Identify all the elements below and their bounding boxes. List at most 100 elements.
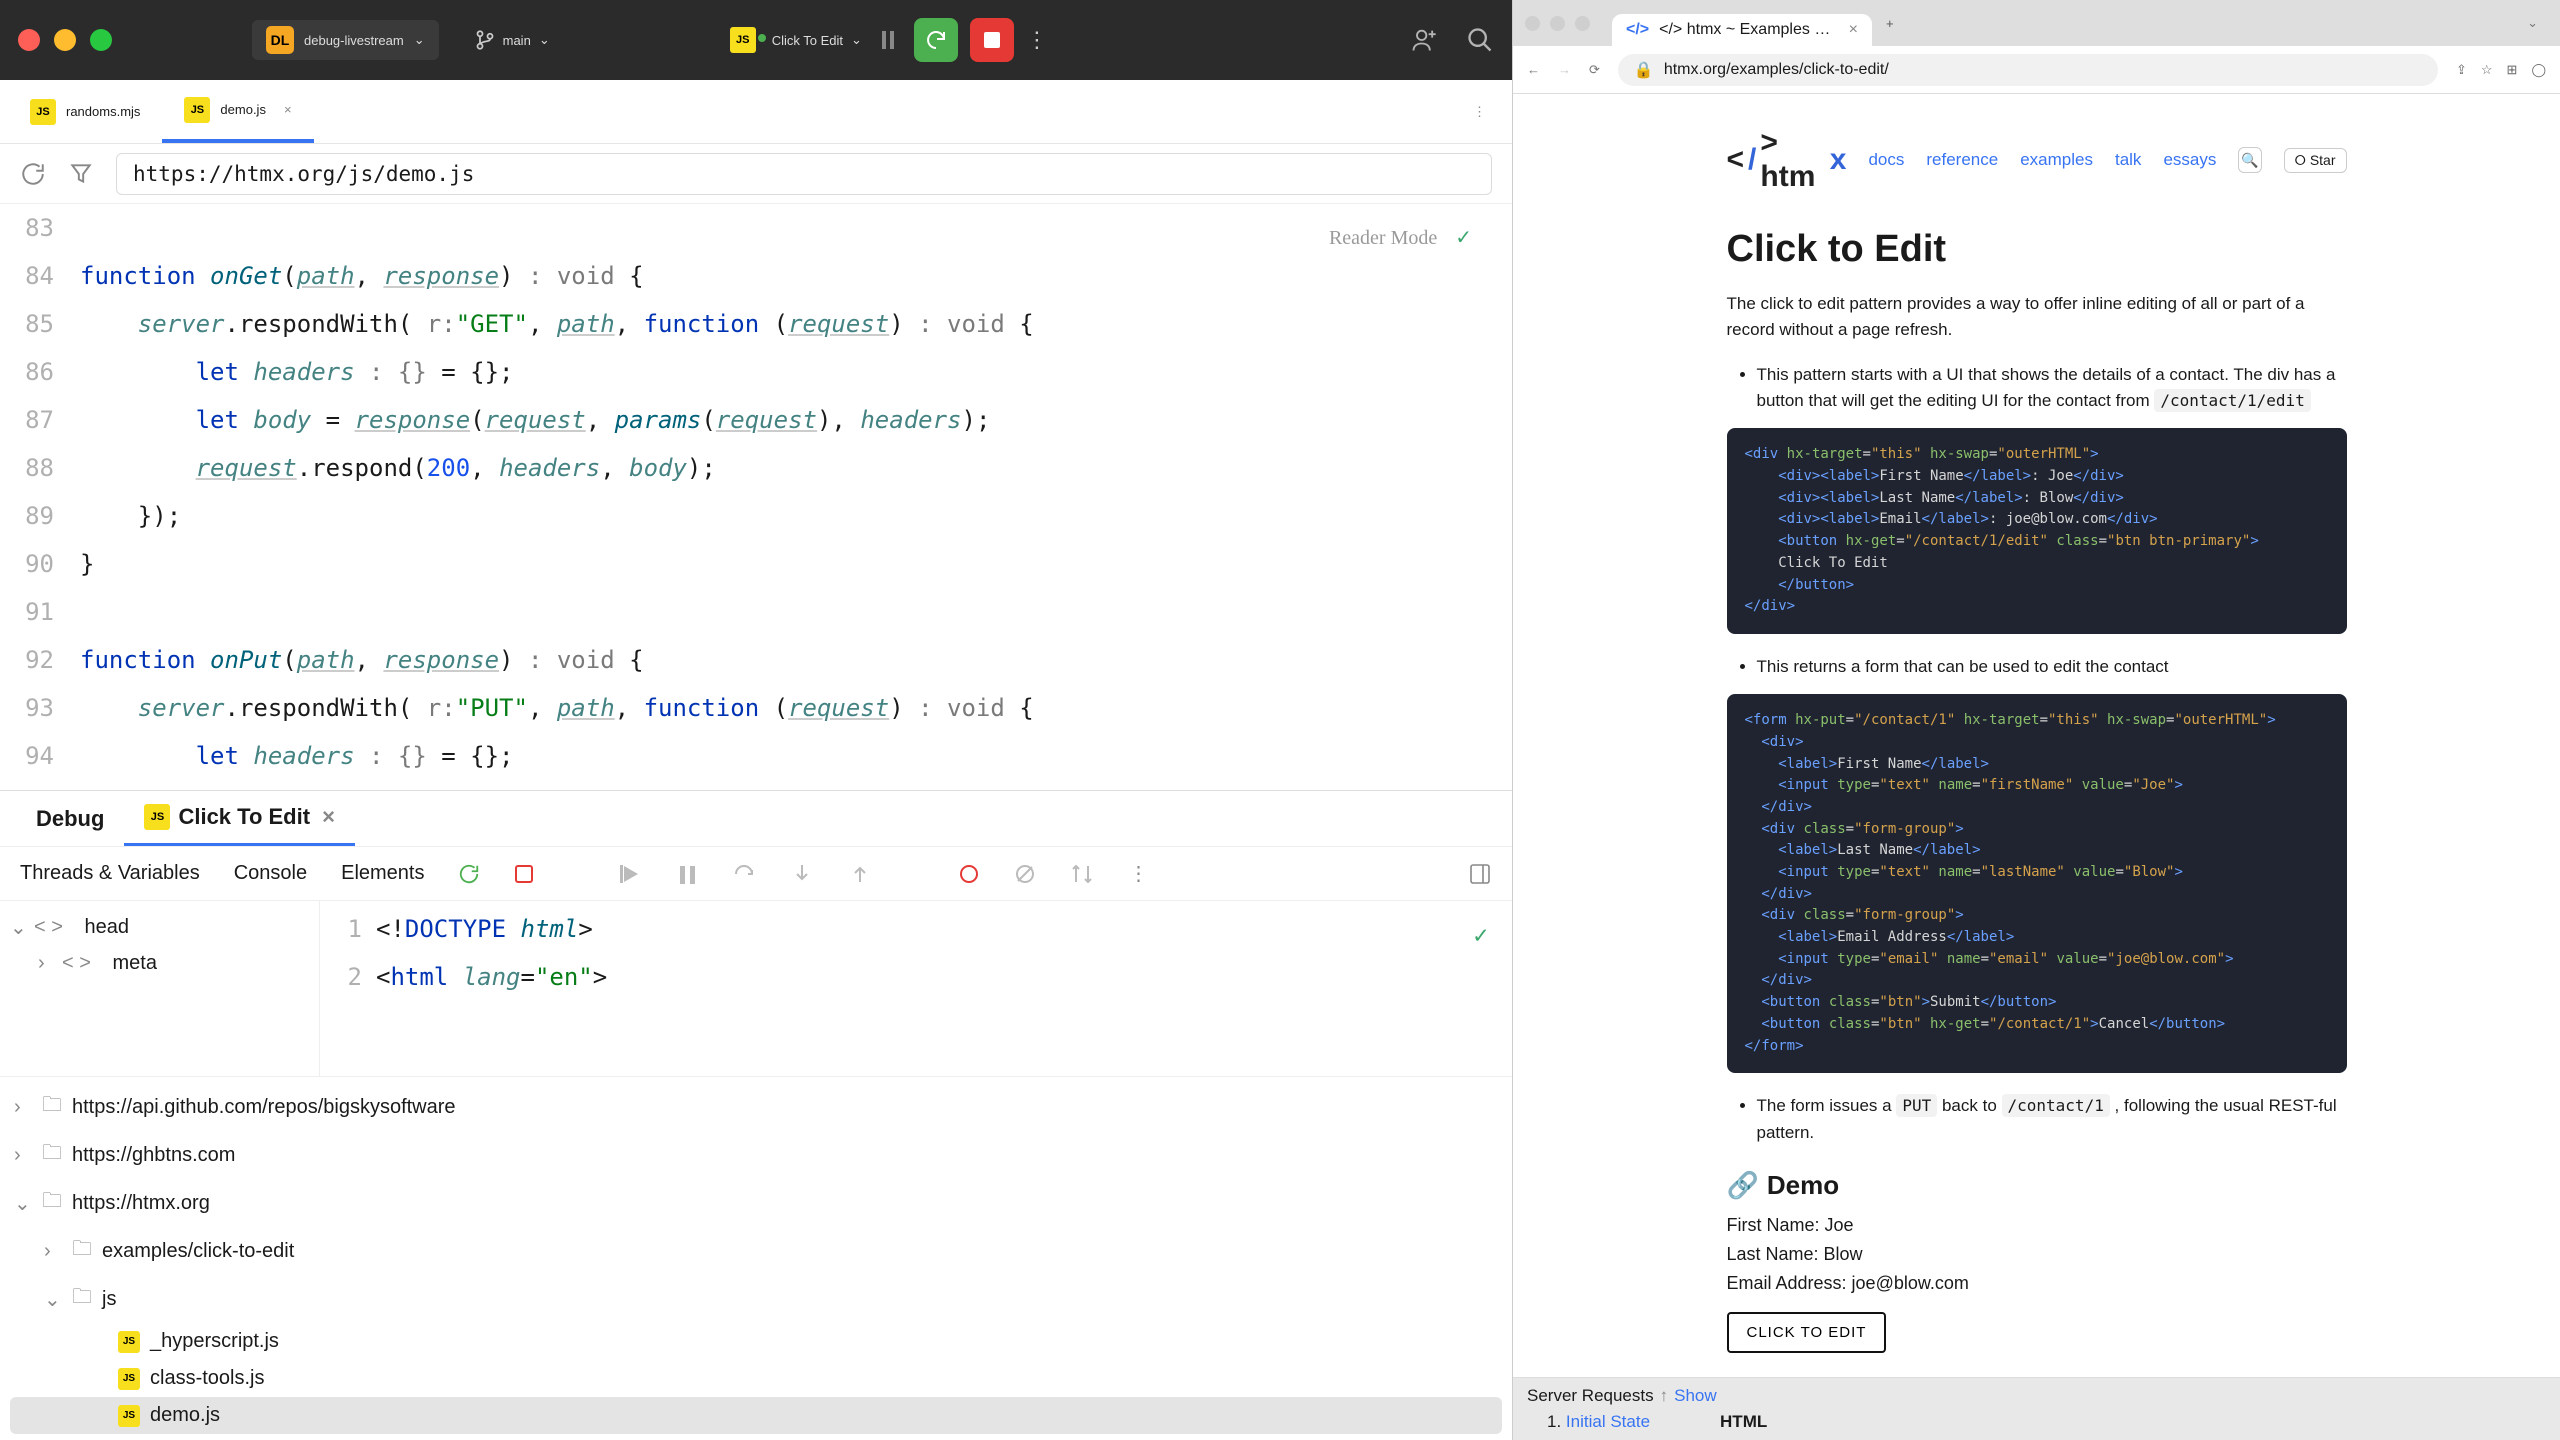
debug-subtabs: Threads & Variables Console Elements ⋮ <box>0 847 1512 901</box>
extensions-icon[interactable]: ⊞ <box>2507 62 2518 78</box>
debug-body: ⌄< > head ›< > meta ✓ 1<!DOCTYPE html> 2… <box>0 901 1512 1076</box>
profile-icon[interactable]: ◯ <box>2531 62 2546 78</box>
chevron-down-icon: ⌄ <box>414 32 425 48</box>
refresh-icon[interactable] <box>20 161 46 187</box>
check-icon: ✓ <box>1474 911 1488 959</box>
source-root[interactable]: https://ghbtns.com <box>72 1144 235 1167</box>
source-url-input[interactable]: https://htmx.org/js/demo.js <box>116 153 1492 195</box>
browser-page[interactable]: </> htmx docs reference examples talk es… <box>1513 94 2560 1377</box>
project-selector[interactable]: DL debug-livestream ⌄ <box>252 20 439 60</box>
request-initial-state[interactable]: Initial State <box>1566 1412 1650 1431</box>
new-tab-icon[interactable]: + <box>1876 10 1904 37</box>
debug-config-label: Click To Edit <box>178 804 310 830</box>
tab-demo[interactable]: JS demo.js × <box>162 80 313 143</box>
subtab-elements[interactable]: Elements <box>341 862 424 885</box>
tab-title: </> htmx ~ Examples ~ Click t <box>1659 21 1833 39</box>
source-root[interactable]: https://htmx.org <box>72 1192 210 1215</box>
intro-text: The click to edit pattern provides a way… <box>1727 291 2347 344</box>
restart-icon <box>924 28 948 52</box>
click-to-edit-button[interactable]: CLICK TO EDIT <box>1727 1312 1887 1353</box>
stop-icon[interactable] <box>514 864 534 884</box>
source-file[interactable]: class-tools.js <box>150 1367 264 1390</box>
nav-reference[interactable]: reference <box>1926 150 1998 170</box>
chevron-down-icon[interactable]: ⌄ <box>2527 15 2548 31</box>
github-star-button[interactable]: ⭘ Star <box>2284 148 2347 173</box>
subtab-threads[interactable]: Threads & Variables <box>20 862 200 885</box>
titlebar: DL debug-livestream ⌄ main ⌄ JS Click To… <box>0 0 1512 80</box>
js-icon: JS <box>144 804 170 830</box>
layout-icon[interactable] <box>1468 862 1492 886</box>
branch-name: main <box>503 33 531 48</box>
tab-label: demo.js <box>220 102 266 117</box>
mute-icon[interactable] <box>1014 863 1036 885</box>
star-icon[interactable]: ☆ <box>2481 62 2493 78</box>
request-tag: HTML <box>1720 1412 1767 1432</box>
close-window-icon[interactable] <box>18 29 40 51</box>
nav-examples[interactable]: examples <box>2020 150 2093 170</box>
stop-icon <box>982 30 1002 50</box>
tree-node-meta[interactable]: meta <box>112 952 156 975</box>
close-tab-icon[interactable]: × <box>1849 21 1858 39</box>
step-into-icon[interactable] <box>790 862 814 886</box>
rerun-debug-button[interactable] <box>914 18 958 62</box>
more-icon[interactable]: ⋮ <box>1128 861 1148 886</box>
show-link[interactable]: Show <box>1674 1386 1717 1406</box>
source-file[interactable]: _hyperscript.js <box>150 1330 279 1353</box>
forward-icon[interactable]: → <box>1558 62 1571 77</box>
stop-button[interactable] <box>970 18 1014 62</box>
pause-icon[interactable] <box>676 863 698 885</box>
sort-icon[interactable] <box>1070 862 1094 886</box>
site-nav: </> htmx docs reference examples talk es… <box>1727 126 2347 194</box>
step-out-icon[interactable] <box>848 862 872 886</box>
search-icon[interactable]: 🔍 <box>2238 147 2261 173</box>
run-config[interactable]: JS Click To Edit ⌄ <box>730 27 862 53</box>
reload-icon[interactable]: ⟳ <box>1589 62 1600 78</box>
code-block-2: <form hx-put="/contact/1" hx-target="thi… <box>1727 694 2347 1073</box>
breakpoint-icon[interactable] <box>958 863 980 885</box>
minimize-window-icon[interactable] <box>54 29 76 51</box>
resume-icon[interactable] <box>620 863 642 885</box>
close-tab-icon[interactable]: × <box>284 102 292 117</box>
maximize-window-icon[interactable] <box>90 29 112 51</box>
code-editor[interactable]: Reader Mode ✓ 838485868788899091929394 f… <box>0 204 1512 790</box>
filter-icon[interactable] <box>68 161 94 187</box>
browser-window: </> </> htmx ~ Examples ~ Click t × + ⌄ … <box>1513 0 2560 1440</box>
share-icon[interactable]: ⇪ <box>2456 62 2467 78</box>
debug-tab-debug[interactable]: Debug <box>16 791 124 846</box>
close-icon[interactable]: × <box>322 804 335 830</box>
more-icon[interactable]: ⋮ <box>1026 27 1048 53</box>
js-icon: JS <box>118 1368 140 1390</box>
subtab-console[interactable]: Console <box>234 862 307 885</box>
page-title: Click to Edit <box>1727 228 2347 271</box>
source-folder[interactable]: js <box>102 1288 116 1311</box>
nav-essays[interactable]: essays <box>2163 150 2216 170</box>
source-folder[interactable]: examples/click-to-edit <box>102 1240 294 1263</box>
nav-talk[interactable]: talk <box>2115 150 2141 170</box>
step-over-icon[interactable] <box>732 862 756 886</box>
elements-source[interactable]: ✓ 1<!DOCTYPE html> 2<html lang="en"> <box>320 901 1512 1076</box>
source-file[interactable]: demo.js <box>150 1404 220 1427</box>
minimize-icon[interactable] <box>1550 16 1565 31</box>
htmx-logo[interactable]: </> htmx <box>1727 126 1847 194</box>
source-root[interactable]: https://api.github.com/repos/bigskysoftw… <box>72 1096 456 1119</box>
nav-docs[interactable]: docs <box>1868 150 1904 170</box>
add-user-icon[interactable] <box>1410 26 1438 54</box>
address-input[interactable]: 🔒 htmx.org/examples/click-to-edit/ <box>1618 54 2438 86</box>
maximize-icon[interactable] <box>1575 16 1590 31</box>
js-icon: JS <box>118 1405 140 1427</box>
search-icon[interactable] <box>1466 26 1494 54</box>
dom-tree[interactable]: ⌄< > head ›< > meta <box>0 901 320 1076</box>
debug-tab-config[interactable]: JS Click To Edit × <box>124 791 354 846</box>
restart-icon[interactable] <box>458 863 480 885</box>
editor-tabs: JS randoms.mjs JS demo.js × ⋮ <box>0 80 1512 144</box>
browser-tab[interactable]: </> </> htmx ~ Examples ~ Click t × <box>1612 14 1872 46</box>
tree-node-head[interactable]: head <box>84 916 129 939</box>
code-body[interactable]: function onGet(path, response) : void { … <box>72 204 1512 790</box>
sources-tree[interactable]: ›🗀https://api.github.com/repos/bigskysof… <box>0 1076 1512 1440</box>
git-branch[interactable]: main ⌄ <box>475 30 550 50</box>
tab-randoms[interactable]: JS randoms.mjs <box>8 80 162 143</box>
tabs-overflow-icon[interactable]: ⋮ <box>1455 104 1504 120</box>
pause-icon[interactable] <box>874 26 902 54</box>
back-icon[interactable]: ← <box>1527 62 1540 77</box>
close-icon[interactable] <box>1525 16 1540 31</box>
